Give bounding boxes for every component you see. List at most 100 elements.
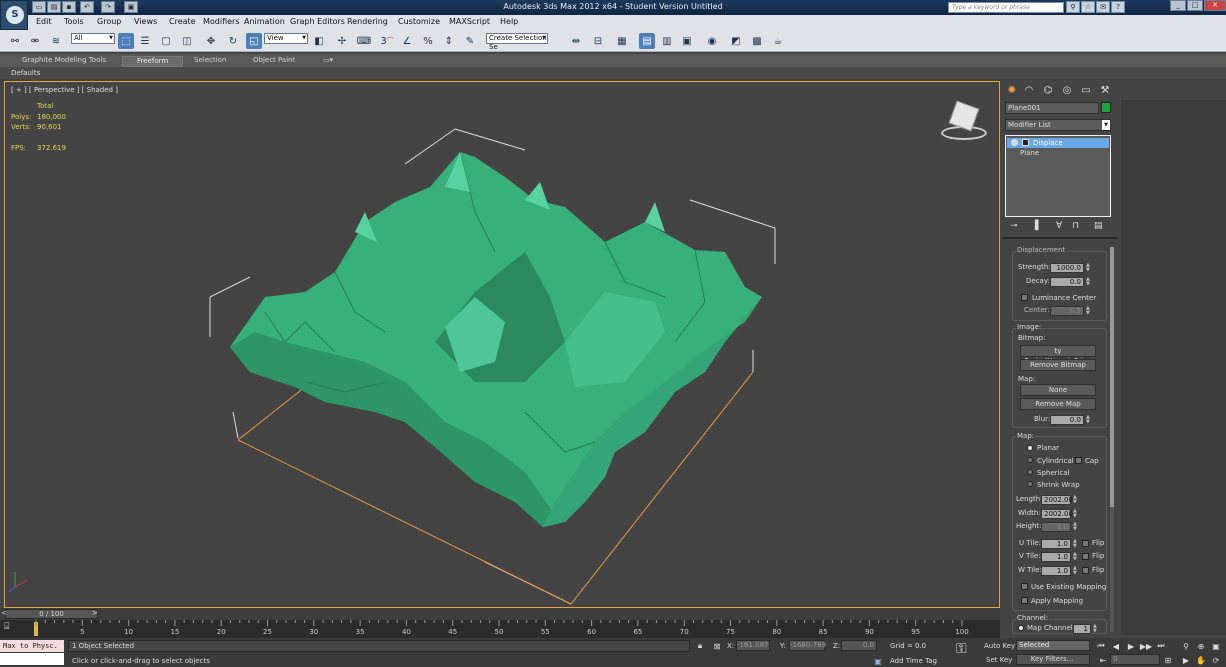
blur-spinner[interactable]: 0.0 — [1050, 415, 1084, 425]
time-configuration-icon[interactable]: ⊞ — [1162, 654, 1174, 666]
rotate-icon[interactable]: ↻ — [225, 33, 241, 49]
close-icon[interactable]: ✕ — [1204, 0, 1226, 11]
strength-spinner-arrows-icon[interactable]: ▲ ▼ — [1086, 263, 1092, 273]
shrink-wrap-radio[interactable] — [1027, 481, 1033, 487]
keyboard-shortcut-icon[interactable]: ⌨ — [356, 33, 372, 49]
open-file-icon[interactable]: ▤ — [47, 1, 61, 13]
pivot-center-icon[interactable]: ◧ — [311, 33, 327, 49]
menu-maxscript[interactable]: MAXScript — [449, 17, 490, 26]
spherical-radio[interactable] — [1027, 469, 1033, 475]
light-bulb-icon[interactable] — [1011, 139, 1018, 146]
play-icon[interactable]: ▶ — [1125, 640, 1137, 652]
w-tile-spinner-arrows-icon[interactable]: ▲ ▼ — [1073, 566, 1079, 576]
menu-modifiers[interactable]: Modifiers — [203, 17, 240, 26]
percent-snap-icon[interactable]: % — [420, 33, 436, 49]
menu-animation[interactable]: Animation — [244, 17, 285, 26]
bitmap-button[interactable]: ty Project\terrain2.jpg — [1020, 345, 1096, 365]
named-selection-dropdown[interactable]: Create Selection Se — [486, 33, 548, 51]
object-name-field[interactable]: Plane001 — [1005, 102, 1099, 114]
window-crossing-icon[interactable]: ◫ — [179, 33, 195, 49]
terrain-scene[interactable] — [5, 82, 999, 607]
goto-end-icon[interactable]: ⏭ — [1155, 640, 1167, 652]
y-coordinate[interactable]: -1680.789 — [789, 640, 826, 651]
x-coordinate[interactable]: -161.087 — [736, 640, 770, 651]
pin-stack-icon[interactable]: ⊸ — [1010, 221, 1018, 231]
object-color-swatch[interactable] — [1101, 102, 1111, 113]
scale-icon[interactable]: ◱ — [246, 33, 262, 49]
zoom-all-icon[interactable]: ⊕ — [1195, 640, 1207, 652]
v-tile-spinner[interactable]: 1.0 — [1041, 552, 1071, 562]
map-channel-spinner-arrows-icon[interactable]: ▲ ▼ — [1093, 624, 1099, 634]
render-setup-icon[interactable]: ◩ — [728, 33, 744, 49]
subscription-icon[interactable]: ☆ — [1081, 1, 1095, 13]
blur-spinner-arrows-icon[interactable]: ▲ ▼ — [1086, 415, 1092, 425]
map-channel-spinner[interactable]: 1 — [1073, 624, 1091, 634]
undo-icon[interactable]: ↶ — [80, 1, 94, 13]
motion-tab-icon[interactable]: ◎ — [1059, 82, 1075, 98]
search-input[interactable]: Type a keyword or phrase — [948, 2, 1064, 13]
redo-icon[interactable]: ↷ — [101, 1, 115, 13]
menu-group[interactable]: Group — [97, 17, 121, 26]
menu-create[interactable]: Create — [169, 17, 196, 26]
width-spinner[interactable]: 2002.00 — [1041, 509, 1073, 519]
zoom-extents-icon[interactable]: ▣ — [1210, 640, 1222, 652]
u-tile-spinner-arrows-icon[interactable]: ▲ ▼ — [1073, 539, 1079, 549]
v-flip-checkbox[interactable] — [1082, 553, 1089, 560]
time-tag-icon[interactable]: ▣ — [872, 655, 884, 667]
time-slider[interactable]: 0 / 100 < > — [0, 608, 1000, 620]
utilities-tab-icon[interactable]: ⚒ — [1097, 82, 1113, 98]
hierarchy-tab-icon[interactable]: ⌬ — [1040, 82, 1056, 98]
prev-frame-icon[interactable]: ◀ — [1110, 640, 1122, 652]
rectangular-selection-icon[interactable]: ▢ — [158, 33, 174, 49]
ribbon-defaults-label[interactable]: Defaults — [11, 69, 40, 77]
chevron-down-icon[interactable]: ▼ — [1102, 120, 1110, 130]
align-icon[interactable]: ⊟ — [590, 33, 606, 49]
remove-modifier-icon[interactable]: ⊓ — [1072, 221, 1079, 231]
cap-checkbox[interactable] — [1075, 457, 1082, 464]
z-coordinate[interactable]: 0.0 — [841, 640, 877, 651]
minimize-icon[interactable]: _ — [1170, 0, 1186, 11]
mirror-icon[interactable]: ⇹ — [568, 33, 584, 49]
material-editor-icon[interactable]: ◉ — [704, 33, 720, 49]
bind-space-warp-icon[interactable]: ≋ — [48, 33, 64, 49]
save-file-icon[interactable]: ▪ — [62, 1, 76, 13]
time-slider-thumb[interactable]: 0 / 100 — [5, 609, 98, 619]
tab-freeform[interactable]: Freeform — [122, 56, 184, 67]
menu-rendering[interactable]: Rendering — [347, 17, 388, 26]
select-and-manipulate-icon[interactable]: ✢ — [334, 33, 350, 49]
map-channel-radio[interactable] — [1018, 625, 1024, 631]
schematic-view-icon[interactable]: ▣ — [679, 33, 695, 49]
selection-filter-dropdown[interactable]: All — [71, 33, 115, 44]
display-tab-icon[interactable]: ▭ — [1078, 82, 1094, 98]
menu-customize[interactable]: Customize — [398, 17, 440, 26]
application-button[interactable]: S — [0, 0, 28, 30]
modifier-list-dropdown[interactable]: Modifier List — [1005, 119, 1111, 131]
length-spinner[interactable]: 2002.00 — [1041, 495, 1073, 505]
create-tab-icon[interactable]: ✺ — [1004, 82, 1020, 98]
pan-icon[interactable]: ✋ — [1195, 654, 1207, 666]
time-prev-icon[interactable]: < — [1, 609, 7, 617]
render-production-icon[interactable]: ☕ — [770, 33, 786, 49]
set-key-icon[interactable]: ⚿ — [956, 641, 967, 657]
search-icon[interactable]: ⚲ — [1066, 1, 1080, 13]
field-of-view-icon[interactable]: ▶ — [1180, 654, 1192, 666]
w-tile-spinner[interactable]: 1.0 — [1041, 566, 1071, 576]
edit-named-selections-icon[interactable]: ✎ — [462, 33, 478, 49]
strength-spinner[interactable]: 1000.0 — [1050, 263, 1084, 273]
zoom-icon[interactable]: ⚲ — [1180, 640, 1192, 652]
time-next-icon[interactable]: > — [92, 609, 98, 617]
tab-object-paint[interactable]: Object Paint — [253, 56, 295, 67]
use-existing-mapping-checkbox[interactable] — [1021, 583, 1028, 590]
rendered-frame-icon[interactable]: ▩ — [749, 33, 765, 49]
show-end-result-icon[interactable]: ▌ — [1035, 221, 1042, 231]
project-folder-icon[interactable]: ▣ — [124, 1, 138, 13]
orbit-icon[interactable]: ⟳ — [1210, 654, 1222, 666]
stack-item-plane[interactable]: Plane — [1020, 149, 1039, 157]
snaps-toggle-icon[interactable]: 3 ⌒ — [379, 33, 395, 49]
menu-tools[interactable]: Tools — [64, 17, 84, 26]
new-file-icon[interactable]: ▭ — [32, 1, 46, 13]
next-frame-icon[interactable]: ▶▶ — [1140, 640, 1152, 652]
u-flip-checkbox[interactable] — [1082, 540, 1089, 547]
viewcube[interactable] — [941, 100, 987, 146]
remove-map-button[interactable]: Remove Map — [1020, 398, 1096, 410]
